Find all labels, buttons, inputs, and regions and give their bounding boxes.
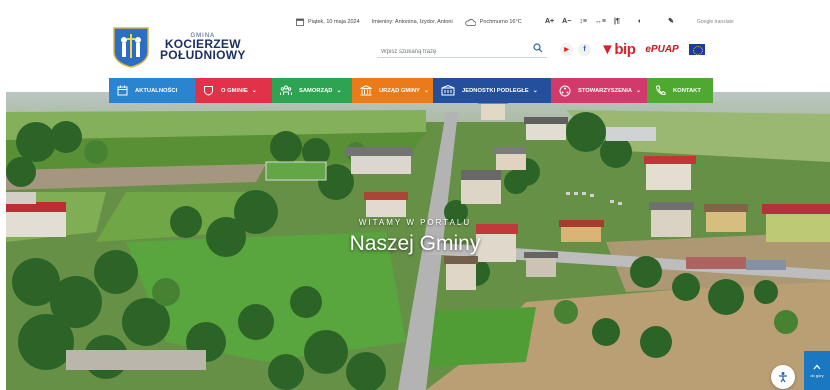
shield-icon [203,85,221,96]
chevron-down-icon: ⌄ [251,88,257,94]
phone-icon [655,85,673,96]
hero-title: Naszej Gminy [349,232,481,255]
nav-item-label: JEDNOSTKI PODLEGŁE [462,87,529,94]
nav-item-jednostki-podległe[interactable]: JEDNOSTKI PODLEGŁE ⌄ [433,78,551,103]
social-links: ▶ f ▼bip ePUAP [560,41,705,58]
eu-flag-icon[interactable] [688,44,705,55]
nav-item-label: URZĄD GMINY [379,87,420,94]
site-logo[interactable]: GMINA KOCIERZEW POŁUDNIOWY [112,26,246,68]
nav-item-aktualności[interactable]: AKTUALNOŚCI [109,78,195,103]
accessibility-tools: A+ A− ↕≡ ↔≡ |¶ ◐ ✎ [545,17,682,26]
calendar-icon [296,18,304,26]
letter-spacing-icon[interactable]: ↔≡ [595,18,606,25]
chevron-up-icon [813,364,821,369]
chevron-down-icon: ⌄ [636,88,642,94]
scroll-top-label: do góry [810,372,824,378]
header: GMINA KOCIERZEW POŁUDNIOWY Piątek, 10 ma… [0,0,830,78]
accessibility-person-icon [779,372,787,383]
cloud-icon [465,18,476,26]
font-decrease-button[interactable]: A− [562,18,571,25]
chat-button[interactable] [771,365,795,389]
contrast-icon[interactable]: ◐ [638,18,642,25]
date-text: Piątek, 10 maja 2024 [308,19,360,25]
search-bar [377,40,547,61]
calendar-icon [117,85,135,96]
chevron-down-icon: ⌄ [336,88,342,94]
line-height-icon[interactable]: ↕≡ [579,18,587,25]
youtube-icon[interactable]: ▶ [560,43,573,56]
page: WITAMY W PORTALU Naszej Gminy GMINA KOCI… [0,0,830,390]
nav-item-label: O GMINIE [221,87,248,94]
nav-item-kontakt[interactable]: KONTAKT [647,78,713,103]
nameday-text: Imieniny: Antonina, Izydor, Antoni [371,19,453,25]
nav-item-label: AKTUALNOŚCI [135,87,178,94]
nav-item-urząd-gminy[interactable]: URZĄD GMINY ⌄ [352,78,433,103]
building-icon [360,85,379,96]
weather-info: Pochmurno 16°C [465,18,522,26]
main-nav: AKTUALNOŚCI O GMINIE ⌄ SAMORZĄD ⌄ URZĄD GMINY… [109,78,713,103]
people-icon [280,85,299,96]
chevron-down-icon: ⌄ [532,88,538,94]
google-translate-link[interactable]: Google translate [697,19,734,25]
scroll-top-button[interactable]: do góry [804,351,830,390]
date-info: Piątek, 10 maja 2024 [296,18,360,26]
coat-of-arms-icon [113,27,149,68]
search-icon[interactable] [533,43,543,53]
font-increase-button[interactable]: A+ [545,18,554,25]
chevron-down-icon: ⌄ [423,88,429,94]
logo-line-2: POŁUDNIOWY [160,48,246,62]
hero-subtitle: WITAMY W PORTALU [358,218,472,227]
nav-item-samorząd[interactable]: SAMORZĄD ⌄ [272,78,352,103]
institution-icon [441,85,462,96]
nav-item-label: STOWARZYSZENIA [578,87,633,94]
nav-item-o-gminie[interactable]: O GMINIE ⌄ [195,78,272,103]
facebook-icon[interactable]: f [578,43,591,56]
weather-text: Pochmurno 16°C [479,19,522,25]
bip-label: bip [614,41,636,58]
bip-link[interactable]: ▼bip [600,41,636,58]
epuap-link[interactable]: ePUAP [645,44,678,55]
nav-item-label: KONTAKT [673,87,701,94]
network-icon [559,85,578,97]
info-bar: Piątek, 10 maja 2024 Imieniny: Antonina,… [296,18,534,26]
text-align-icon[interactable]: |¶ [614,18,620,25]
nameday-info: Imieniny: Antonina, Izydor, Antoni [372,19,453,25]
nav-item-stowarzyszenia[interactable]: STOWARZYSZENIA ⌄ [551,78,647,103]
search-input[interactable] [377,43,527,61]
paint-icon[interactable]: ✎ [668,17,674,25]
nav-item-label: SAMORZĄD [299,87,333,94]
